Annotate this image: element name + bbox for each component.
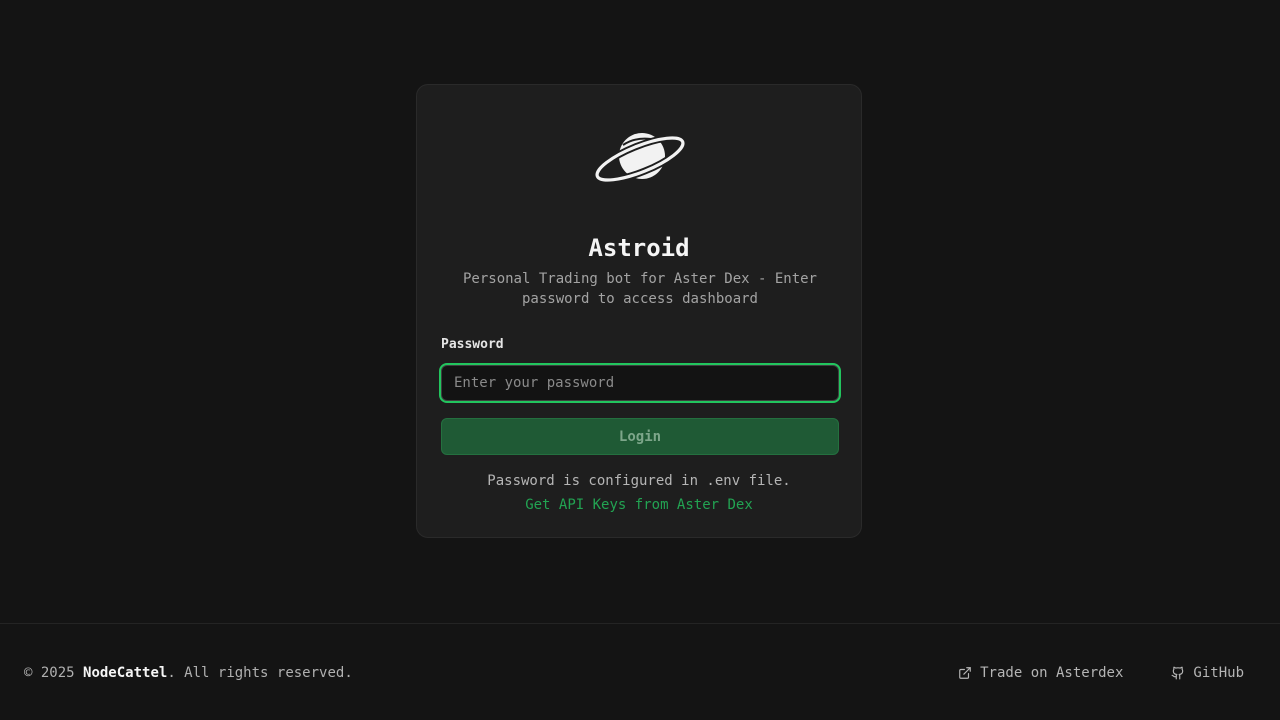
app-title: Astroid — [588, 234, 690, 262]
github-icon — [1172, 666, 1184, 680]
planet-logo-icon — [595, 133, 687, 184]
footer: © 2025 NodeCattel. All rights reserved. … — [0, 623, 1280, 720]
app-subtitle: Personal Trading bot for Aster Dex - Ent… — [462, 271, 817, 307]
env-note: Password is configured in .env file. — [487, 473, 791, 489]
password-input[interactable] — [441, 365, 839, 401]
password-label: Password — [441, 337, 504, 352]
brand-name: NodeCattel — [83, 665, 168, 681]
login-page: Astroid Personal Trading bot for Aster D… — [0, 0, 1280, 720]
github-link[interactable]: GitHub — [1171, 663, 1244, 683]
trade-on-asterdex-link[interactable]: Trade on Asterdex — [958, 663, 1123, 683]
login-button[interactable]: Login — [441, 418, 839, 455]
login-card: Astroid Personal Trading bot for Aster D… — [416, 84, 862, 538]
api-keys-link[interactable]: Get API Keys from Aster Dex — [417, 495, 861, 515]
copyright-text: © 2025 NodeCattel. All rights reserved. — [24, 663, 353, 683]
footer-links: Trade on Asterdex GitHub — [958, 663, 1244, 683]
github-link-label: GitHub — [1193, 665, 1244, 681]
external-link-icon — [959, 667, 971, 679]
trade-link-label: Trade on Asterdex — [980, 665, 1124, 681]
copyright-prefix: © 2025 — [24, 665, 84, 681]
copyright-suffix: . All rights reserved. — [167, 665, 353, 681]
